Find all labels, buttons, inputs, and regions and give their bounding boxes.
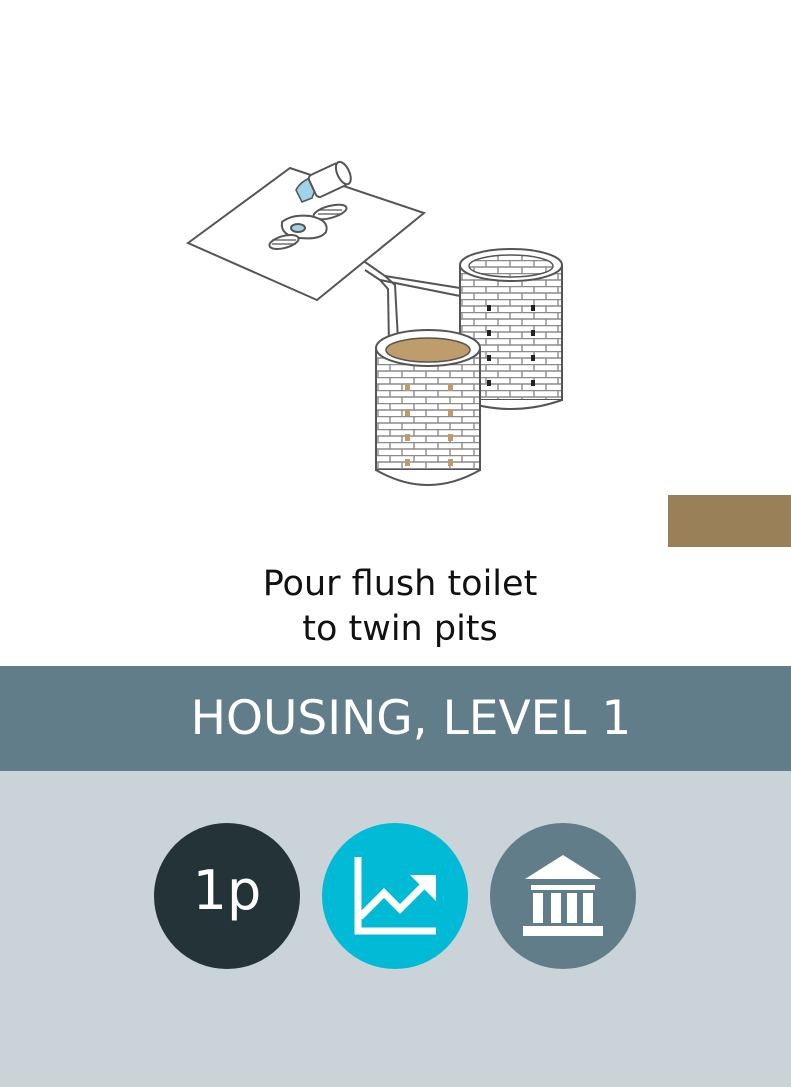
bank-building-icon: [523, 855, 603, 936]
chart-trending-up-icon: [354, 857, 436, 935]
growth-badge: [322, 823, 468, 969]
category-title: HOUSING, LEVEL 1: [190, 691, 632, 746]
accent-tab: [668, 495, 791, 547]
institution-badge: [490, 823, 636, 969]
caption-line-2: to twin pits: [302, 609, 498, 649]
category-band: HOUSING, LEVEL 1: [0, 666, 791, 771]
toilet-twin-pits-illustration: [186, 160, 563, 486]
cost-badge: 1p: [154, 823, 300, 969]
card-caption: Pour flush toilet to twin pits: [0, 562, 791, 652]
cost-badge-label: 1p: [192, 859, 262, 922]
caption-line-1: Pour flush toilet: [262, 564, 538, 604]
